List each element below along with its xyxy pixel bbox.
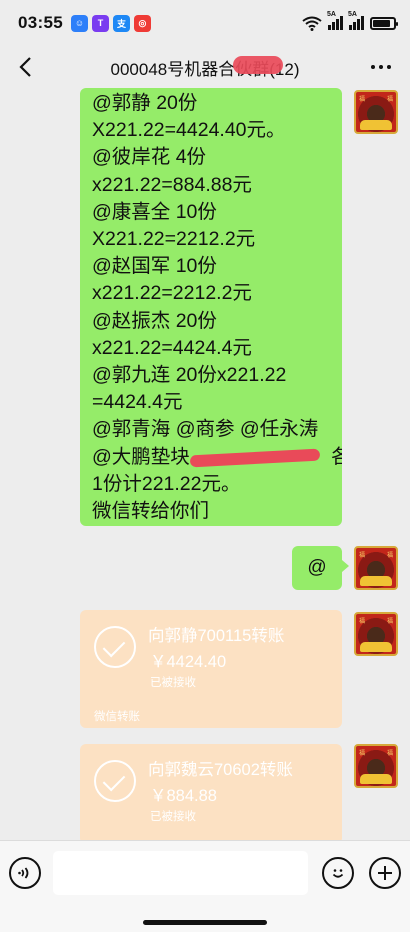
message-line: @赵振杰 20份 [92, 309, 217, 332]
status-time: 03:55 [18, 13, 63, 32]
transfer-card[interactable]: 向郭魏云70602转账 ￥884.88 已被接收 [80, 744, 342, 840]
inline-redaction [189, 448, 326, 468]
line-suffix: 各 [331, 445, 342, 468]
sender-avatar[interactable]: 福 福 [354, 612, 398, 656]
voice-icon [18, 867, 29, 879]
message-line: X221.22=2212.2元 [92, 228, 256, 251]
at-message-text: @ [307, 557, 327, 578]
message-line-redacted: @大鹏垫块 各 [92, 444, 342, 471]
chat-title: 000048号机器合伙群(12) [111, 55, 299, 80]
status-bar: 03:55 ☺ T 支 ◎ 5A 5A [0, 0, 410, 46]
message-line: =4424.4元 [92, 391, 183, 414]
transfer-status: 已被接收 [150, 809, 196, 823]
emoji-button[interactable] [322, 857, 354, 889]
at-message-bubble[interactable]: @ [292, 546, 342, 590]
transfer-title: 向郭静700115转账 [148, 627, 285, 645]
sender-avatar[interactable]: 福 福 [354, 90, 398, 134]
line-prefix: @大鹏垫块 [92, 445, 190, 468]
bottom-safe-area [0, 904, 410, 932]
signal-1-icon: 5A [327, 11, 343, 30]
message-line: 微信转给你们 [92, 500, 210, 523]
app-3-icon: 支 [112, 14, 130, 32]
text-message-bubble[interactable]: @郭静 20份 X221.22=4424.40元。 @彼岸花 4份 x221.2… [80, 88, 342, 526]
transfer-amount: ￥4424.40 [150, 653, 227, 671]
message-line: @郭九连 20份x221.22 [92, 364, 287, 387]
status-app-icons: ☺ T 支 ◎ [70, 14, 151, 32]
message-line: x221.22=4424.4元 [92, 336, 252, 359]
app-4-icon: ◎ [133, 14, 151, 32]
check-icon [94, 626, 136, 668]
sender-avatar[interactable]: 福 福 [354, 546, 398, 590]
status-indicators: 5A 5A [302, 11, 398, 31]
chat-header: 000048号机器合伙群(12) [0, 46, 410, 88]
more-icon [371, 65, 375, 69]
chat-message-list[interactable]: 福 福 @郭静 20份 X221.22=4424.40元。 @彼岸花 4份 x2… [0, 88, 410, 840]
app-1-icon: ☺ [70, 14, 88, 32]
app-2-icon: T [91, 14, 109, 32]
signal-2-label: 5A [348, 11, 357, 18]
message-line: 1份计221.22元。 [92, 472, 241, 495]
transfer-card[interactable]: 向郭静700115转账 ￥4424.40 已被接收 微信转账 [80, 610, 342, 728]
message-line: x221.22=2212.2元 [92, 282, 252, 305]
transfer-footer: 微信转账 [94, 709, 140, 723]
message-line: @康喜全 10份 [92, 200, 217, 223]
transfer-title: 向郭魏云70602转账 [148, 761, 293, 779]
message-line: @郭静 20份 [92, 92, 198, 114]
transfer-status: 已被接收 [150, 675, 196, 689]
signal-2-icon: 5A [348, 11, 364, 30]
message-line: x221.22=884.88元 [92, 173, 252, 196]
message-input[interactable] [53, 851, 308, 895]
back-button[interactable] [10, 52, 40, 82]
bubble-tail [342, 560, 349, 572]
message-input-bar [0, 840, 410, 904]
message-line: @赵国军 10份 [92, 255, 217, 278]
battery-fill [373, 19, 390, 27]
message-line: X221.22=4424.40元。 [92, 119, 286, 142]
signal-1-label: 5A [327, 11, 336, 18]
emoji-icon [332, 869, 344, 878]
check-icon [94, 760, 136, 802]
message-line: @彼岸花 4份 [92, 146, 207, 169]
transfer-amount: ￥884.88 [150, 787, 217, 805]
home-indicator[interactable] [143, 920, 267, 925]
chevron-left-icon [19, 57, 31, 77]
battery-icon [370, 16, 398, 30]
message-line: @郭青海 @商参 @任永涛 [92, 418, 319, 441]
voice-button[interactable] [9, 857, 41, 889]
title-redaction [232, 55, 283, 74]
more-button[interactable] [366, 54, 396, 80]
sender-avatar[interactable]: 福 福 [354, 744, 398, 788]
wifi-icon [302, 16, 322, 31]
plus-button[interactable] [369, 857, 401, 889]
plus-icon [378, 866, 392, 880]
